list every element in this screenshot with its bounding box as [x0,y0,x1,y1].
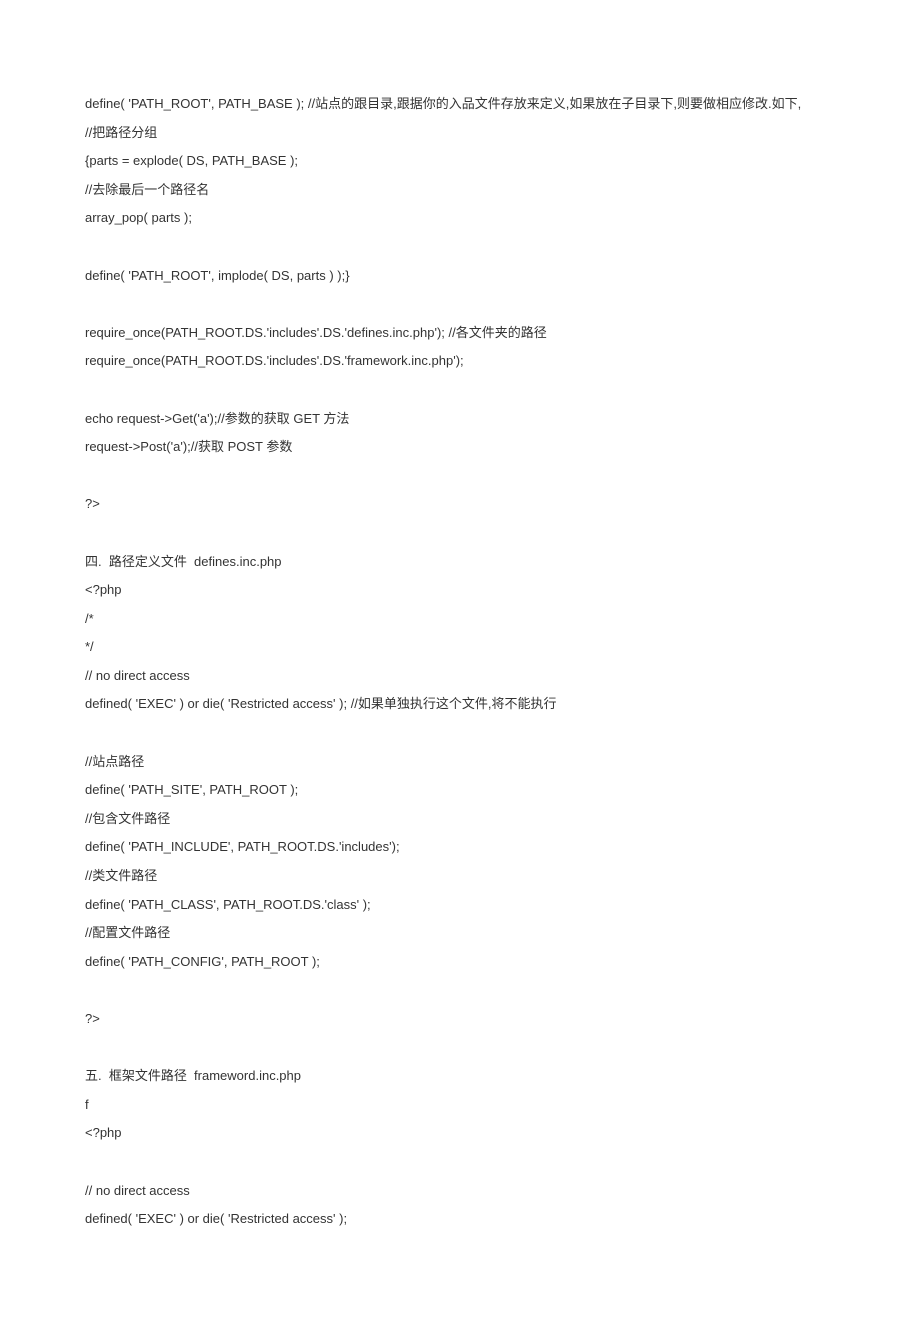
code-line: {parts = explode( DS, PATH_BASE ); [85,147,835,176]
code-line [85,719,835,748]
code-line: define( 'PATH_ROOT', PATH_BASE ); //站点的跟… [85,90,835,119]
code-line: //把路径分组 [85,119,835,148]
code-line: define( 'PATH_INCLUDE', PATH_ROOT.DS.'in… [85,833,835,862]
code-line: */ [85,633,835,662]
code-line [85,1148,835,1177]
code-line [85,376,835,405]
code-line: <?php [85,1119,835,1148]
code-line: define( 'PATH_ROOT', implode( DS, parts … [85,262,835,291]
code-line [85,462,835,491]
code-line: echo request->Get('a');//参数的获取 GET 方法 [85,405,835,434]
code-line: 五. 框架文件路径 frameword.inc.php [85,1062,835,1091]
code-line: defined( 'EXEC' ) or die( 'Restricted ac… [85,690,835,719]
code-line: define( 'PATH_CLASS', PATH_ROOT.DS.'clas… [85,891,835,920]
code-line: //去除最后一个路径名 [85,176,835,205]
code-line: define( 'PATH_SITE', PATH_ROOT ); [85,776,835,805]
code-line [85,519,835,548]
code-line: defined( 'EXEC' ) or die( 'Restricted ac… [85,1205,835,1234]
code-line: //包含文件路径 [85,805,835,834]
code-line: 四. 路径定义文件 defines.inc.php [85,548,835,577]
code-line: f [85,1091,835,1120]
code-line: //站点路径 [85,748,835,777]
code-line: request->Post('a');//获取 POST 参数 [85,433,835,462]
code-line: define( 'PATH_CONFIG', PATH_ROOT ); [85,948,835,977]
document-page: define( 'PATH_ROOT', PATH_BASE ); //站点的跟… [0,0,920,1324]
code-line: require_once(PATH_ROOT.DS.'includes'.DS.… [85,319,835,348]
code-line: // no direct access [85,1177,835,1206]
code-line [85,290,835,319]
code-line [85,233,835,262]
code-line: ?> [85,1005,835,1034]
code-line [85,976,835,1005]
code-line: require_once(PATH_ROOT.DS.'includes'.DS.… [85,347,835,376]
code-line: array_pop( parts ); [85,204,835,233]
code-line: //配置文件路径 [85,919,835,948]
code-line: <?php [85,576,835,605]
code-line: ?> [85,490,835,519]
code-line: // no direct access [85,662,835,691]
code-line: /* [85,605,835,634]
code-line: //类文件路径 [85,862,835,891]
code-line [85,1034,835,1063]
code-block: define( 'PATH_ROOT', PATH_BASE ); //站点的跟… [85,90,835,1234]
